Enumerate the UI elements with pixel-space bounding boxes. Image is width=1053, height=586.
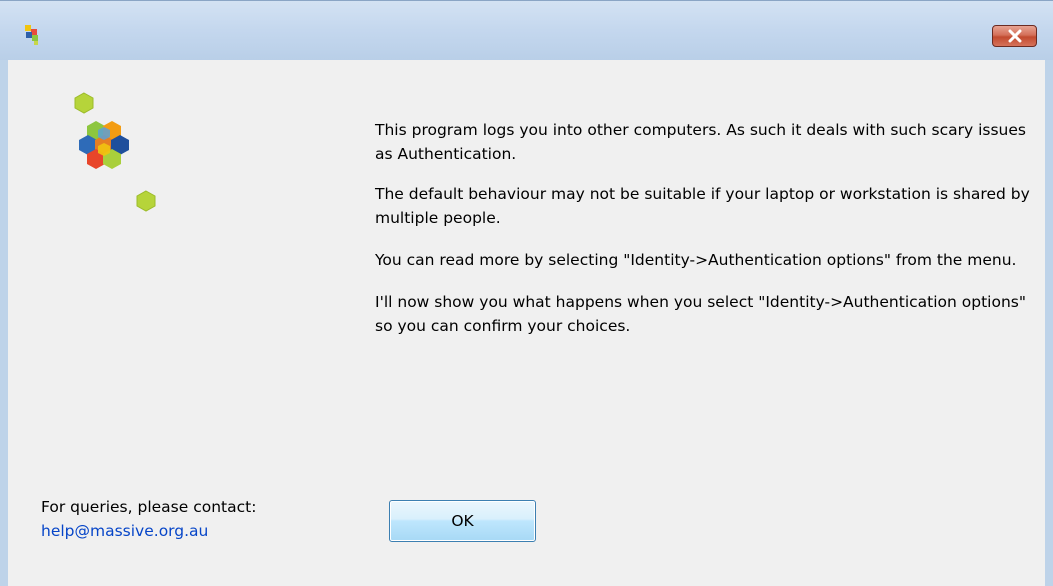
- message-text: This program logs you into other compute…: [375, 118, 1035, 356]
- close-button[interactable]: [992, 25, 1037, 47]
- dialog-content: This program logs you into other compute…: [8, 60, 1045, 586]
- contact-label: For queries, please contact:: [41, 498, 257, 516]
- app-cubes-icon: [25, 25, 38, 45]
- title-bar[interactable]: [0, 0, 1053, 60]
- message-paragraph-3: You can read more by selecting "Identity…: [375, 251, 1017, 269]
- contact-email-link[interactable]: help@massive.org.au: [41, 519, 256, 543]
- ok-button[interactable]: OK: [389, 500, 536, 542]
- message-paragraph-2: The default behaviour may not be suitabl…: [375, 185, 1030, 227]
- hexagon-cubes-logo-icon: [74, 92, 156, 212]
- close-icon: [1008, 29, 1021, 43]
- dialog-window: This program logs you into other compute…: [0, 0, 1053, 586]
- message-paragraph-1: This program logs you into other compute…: [375, 121, 1026, 163]
- message-paragraph-4: I'll now show you what happens when you …: [375, 293, 1026, 335]
- contact-section: For queries, please contact: help@massiv…: [41, 495, 256, 543]
